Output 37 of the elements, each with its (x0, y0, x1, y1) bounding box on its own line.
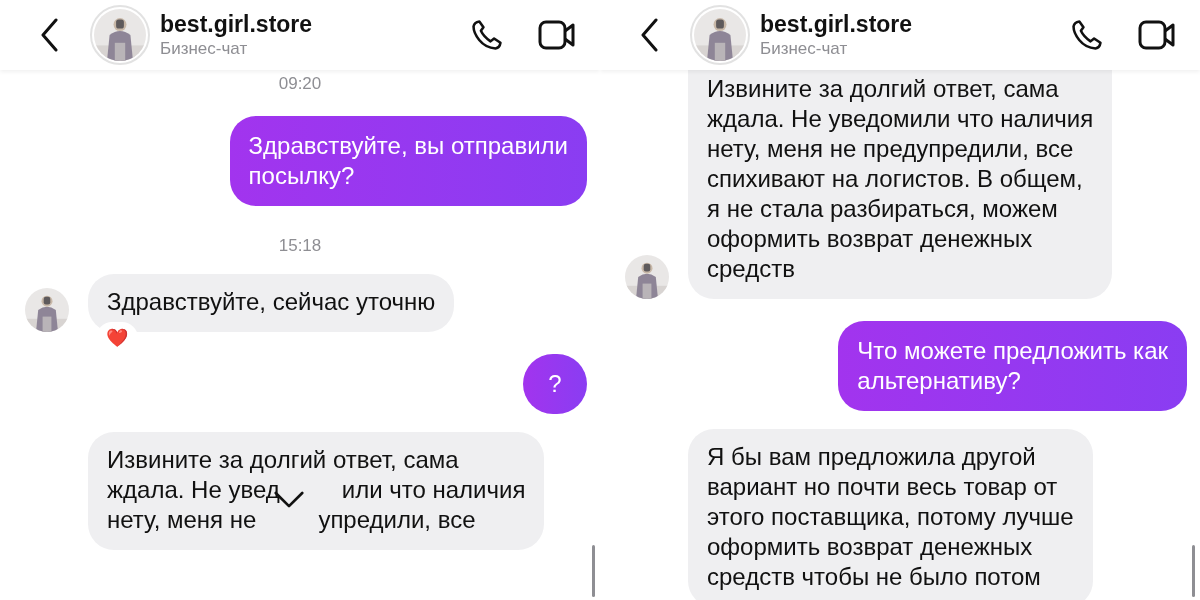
message-text: Извините за долгий ответ, сама (107, 445, 459, 475)
message-text: или что наличия (341, 475, 526, 505)
message-text: ждала. Не увед (107, 475, 280, 505)
video-camera-icon[interactable] (538, 19, 576, 51)
profile-name[interactable]: best.girl.store (760, 10, 913, 38)
video-camera-icon[interactable] (1138, 19, 1176, 51)
message-text: средств (707, 254, 795, 284)
profile-subtitle: Бизнес-чат (760, 38, 849, 60)
scrollbar-icon (1192, 545, 1195, 597)
message-text: упредили, все (318, 505, 476, 535)
message-text: нету, меня не (107, 505, 257, 535)
message-text: вариант но почти весь товар от (707, 472, 1058, 502)
profile-subtitle: Бизнес-чат (160, 38, 249, 60)
scrollbar-icon (592, 545, 595, 597)
message-text: ? (548, 369, 562, 399)
message-text: средств чтобы не было потом (707, 562, 1041, 592)
message-text: оформить возврат денежных (707, 532, 1033, 562)
message-text: оформить возврат денежных (707, 224, 1033, 254)
back-icon[interactable] (40, 18, 60, 52)
timestamp: 09:20 (278, 74, 322, 94)
message-text: Здравствуйте, вы отправили (248, 131, 568, 161)
message-text: альтернативу? (857, 366, 1021, 396)
message-text: Извините за долгий ответ, сама (707, 74, 1059, 104)
profile-name[interactable]: best.girl.store (160, 10, 313, 38)
message-text: Что можете предложить как (857, 336, 1168, 366)
message-text: Здравствуйте, сейчас уточню (107, 287, 436, 317)
message-text: нету, меня не предупредили, все (707, 134, 1074, 164)
timestamp: 15:18 (278, 236, 322, 256)
message-text: этого поставщика, потому лучше (707, 502, 1074, 532)
phone-icon[interactable] (1070, 18, 1104, 52)
message-text: Я бы вам предложила другой (707, 442, 1036, 472)
message-text: спихивают на логистов. В общем, (707, 164, 1083, 194)
message-text: я не стала разбираться, можем (707, 194, 1058, 224)
phone-icon[interactable] (470, 18, 504, 52)
message-text: посылку? (248, 161, 355, 191)
back-icon[interactable] (640, 18, 660, 52)
message-text: ждала. Не уведомили что наличия (707, 104, 1094, 134)
